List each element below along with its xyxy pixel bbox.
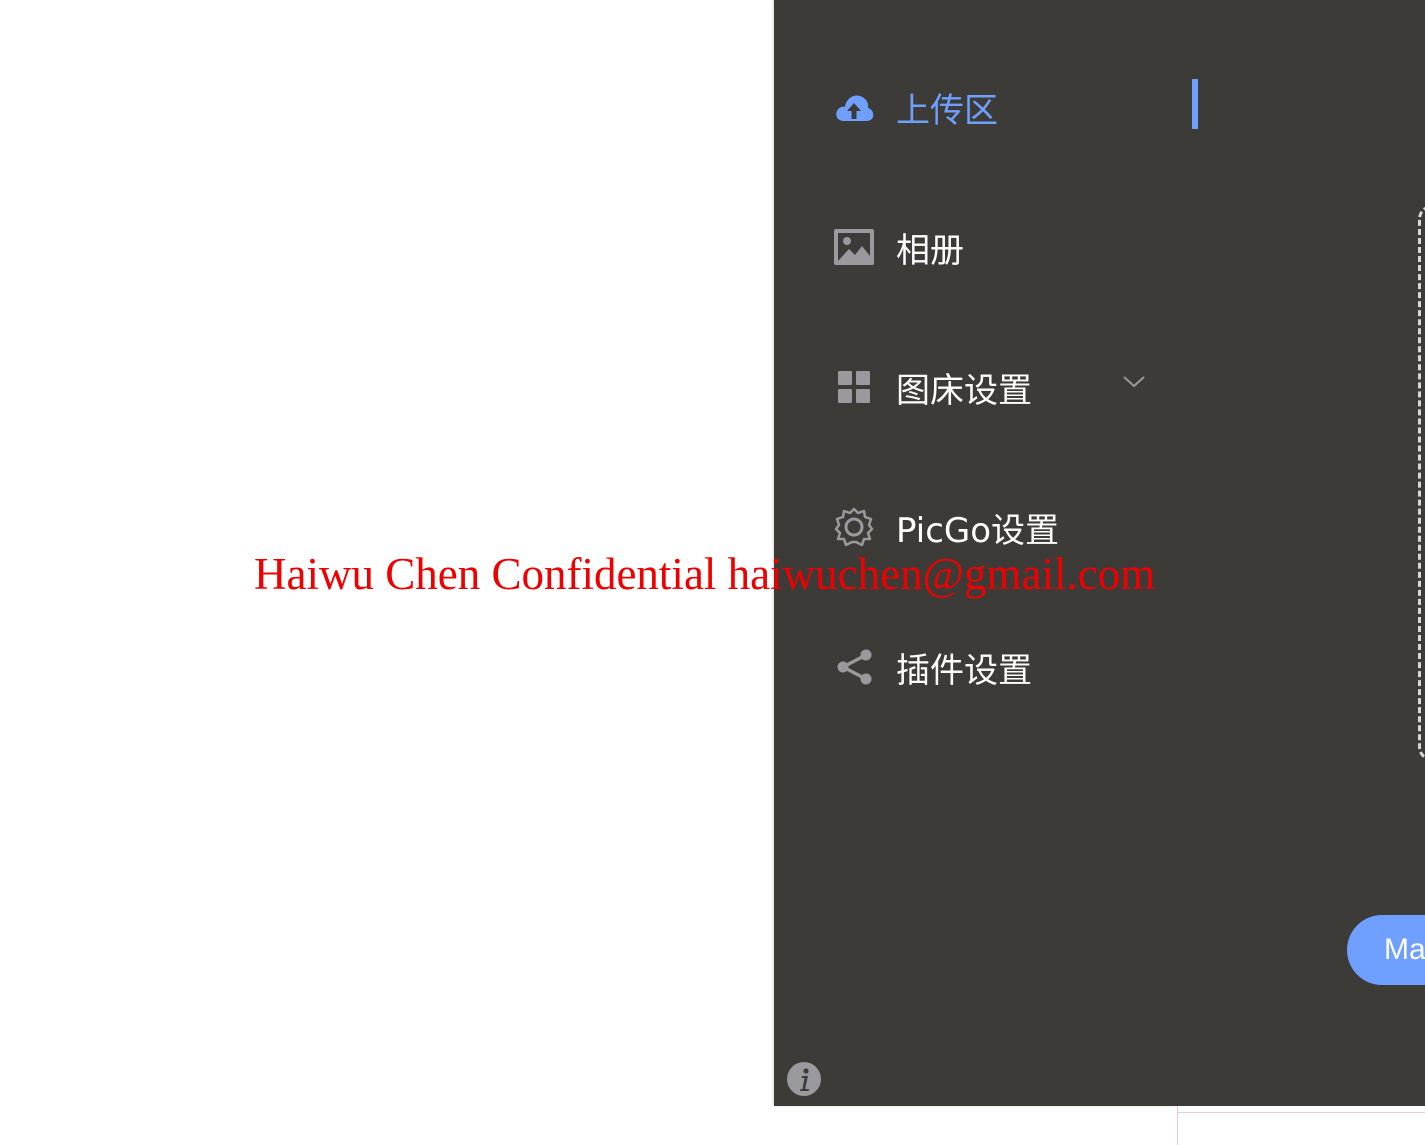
upload-drop-zone[interactable] — [1418, 205, 1425, 761]
sidebar-item-label: 相册 — [896, 230, 964, 271]
cloud-upload-icon — [834, 87, 874, 127]
sidebar-item-upload[interactable]: 上传区 — [834, 82, 998, 132]
grid-icon — [834, 367, 874, 407]
sidebar-item-label: 图床设置 — [896, 370, 1032, 411]
image-icon — [834, 227, 874, 267]
sidebar-item-label: PicGo设置 — [896, 510, 1060, 551]
share-icon — [834, 647, 874, 687]
sidebar-item-picgo-settings[interactable]: PicGo设置 — [834, 502, 1059, 552]
app-window: 上传区 相册 图床设置 PicGo设置 插件设置 Ma — [774, 0, 1425, 1106]
sidebar-item-gallery[interactable]: 相册 — [834, 222, 964, 272]
main-action-button[interactable]: Ma — [1347, 915, 1425, 985]
bottom-strip — [1177, 1106, 1425, 1145]
sidebar-item-label: 插件设置 — [896, 650, 1032, 691]
sidebar-item-image-host-settings[interactable]: 图床设置 — [834, 362, 1032, 412]
info-icon[interactable] — [786, 1061, 822, 1097]
sidebar-item-label: 上传区 — [896, 90, 998, 131]
gear-icon — [834, 507, 874, 547]
chevron-down-icon[interactable] — [1122, 372, 1146, 390]
active-indicator — [1192, 79, 1198, 129]
sidebar-item-plugin-settings[interactable]: 插件设置 — [834, 642, 1032, 692]
